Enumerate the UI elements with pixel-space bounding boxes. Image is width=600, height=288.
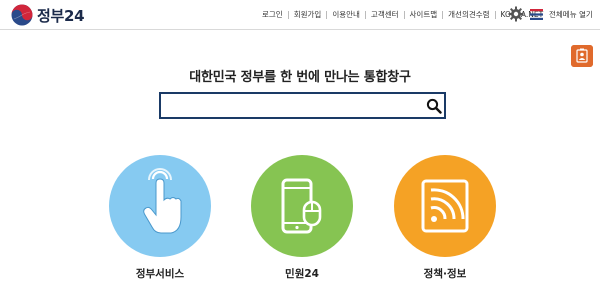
search-icon[interactable] — [426, 98, 442, 114]
search-box — [159, 92, 446, 119]
nav-divider — [494, 10, 496, 19]
nav-sitemap[interactable]: 사이트맵 — [410, 9, 438, 20]
service-circle[interactable] — [109, 155, 211, 257]
service-circle[interactable] — [394, 155, 496, 257]
top-nav: 로그인 회원가입 이용안내 고객센터 사이트맵 개선의견수렴 KOREA.NET — [262, 9, 543, 20]
nav-divider — [364, 10, 366, 19]
touch-hand-icon — [143, 168, 182, 234]
nav-signup[interactable]: 회원가입 — [294, 9, 322, 20]
nav-customer-center[interactable]: 고객센터 — [371, 9, 399, 20]
hero-title: 대한민국 정부를 한 번에 만나는 통합창구 — [189, 70, 411, 85]
nav-divider — [403, 10, 405, 19]
mobile-mouse-icon — [281, 178, 322, 234]
nav-divider — [442, 10, 444, 19]
logo[interactable]: 정부24 — [11, 4, 85, 26]
taegeuk-logo-icon — [11, 4, 33, 26]
service-label[interactable]: 정책·정보 — [385, 266, 505, 281]
nav-guide[interactable]: 이용안내 — [332, 9, 360, 20]
service-label[interactable]: 정부서비스 — [100, 266, 220, 281]
nav-login[interactable]: 로그인 — [262, 9, 283, 20]
nav-feedback[interactable]: 개선의견수렴 — [448, 9, 489, 20]
page: 정부24 로그인 회원가입 이용안내 고객센터 사이트맵 개선의견수렴 KORE… — [0, 0, 600, 288]
rss-tablet-icon — [421, 179, 469, 233]
brand-name: 정부24 — [37, 6, 85, 25]
menu-flag-icon[interactable] — [530, 9, 543, 20]
side-badge-icon[interactable] — [571, 45, 593, 67]
service-circle[interactable] — [251, 155, 353, 257]
search-input[interactable] — [165, 97, 415, 114]
gear-icon[interactable] — [508, 6, 524, 22]
menu-open-label[interactable]: 전체메뉴 열기 — [549, 9, 593, 20]
nav-divider — [287, 10, 289, 19]
service-label[interactable]: 민원24 — [242, 266, 362, 281]
header: 정부24 로그인 회원가입 이용안내 고객센터 사이트맵 개선의견수렴 KORE… — [0, 0, 600, 30]
nav-divider — [326, 10, 328, 19]
